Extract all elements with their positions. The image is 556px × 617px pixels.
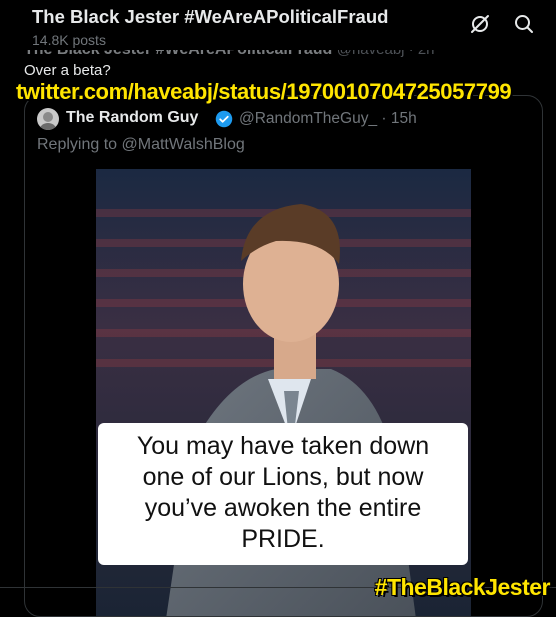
quoted-author-handle[interactable]: @RandomTheGuy_ · 15h <box>239 110 417 128</box>
tweet-text: Over a beta? <box>24 62 111 79</box>
post-count: 14.8K posts <box>32 32 106 48</box>
verified-badge-icon <box>215 110 233 128</box>
grok-icon[interactable] <box>468 12 492 36</box>
avatar[interactable] <box>37 108 59 130</box>
media-caption-box: You may have taken down one of our Lions… <box>98 423 468 565</box>
quoted-author-name[interactable]: The Random Guy <box>66 109 198 127</box>
status-url-overlay: twitter.com/haveabj/status/1970010704725… <box>16 79 512 104</box>
replying-to[interactable]: Replying to @MattWalshBlog <box>37 136 245 154</box>
hashtag-overlay: #TheBlackJester <box>374 574 551 600</box>
profile-header: The Black Jester #WeAreAPoliticalFraud 1… <box>0 0 556 50</box>
quoted-tweet-card[interactable]: The Random Guy @RandomTheGuy_ · 15h Repl… <box>24 95 543 617</box>
profile-name: The Black Jester #WeAreAPoliticalFraud <box>32 6 389 27</box>
media-caption: You may have taken down one of our Lions… <box>136 432 430 553</box>
search-icon[interactable] <box>512 12 536 36</box>
quoted-media-image[interactable]: You may have taken down one of our Lions… <box>96 169 471 616</box>
